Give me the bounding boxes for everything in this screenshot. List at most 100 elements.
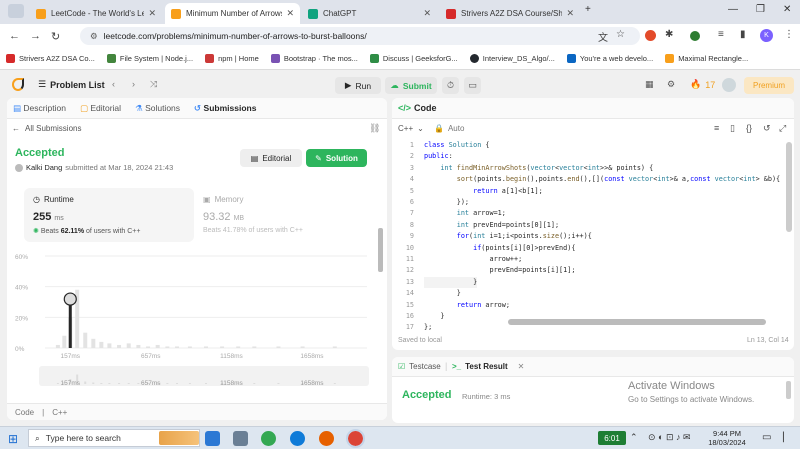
- browser-tab-strivers[interactable]: Strivers A2Z DSA Course/Sheet ✕: [440, 3, 580, 24]
- chrome-active-icon[interactable]: [346, 429, 365, 448]
- close-icon[interactable]: ✕: [423, 8, 431, 19]
- show-desktop-icon[interactable]: ▏: [783, 432, 790, 443]
- chrome-icon[interactable]: [261, 431, 276, 446]
- tab-testcase[interactable]: ☑ Testcase: [398, 362, 441, 371]
- extension-puzzle-icon[interactable]: ✱: [665, 29, 673, 40]
- format-icon[interactable]: ≡: [714, 123, 719, 133]
- bookmark-item[interactable]: Bootstrap · The mos...: [270, 54, 358, 63]
- panel-scrollbar[interactable]: [378, 228, 383, 272]
- bookmark-icon[interactable]: ▯: [730, 123, 735, 134]
- solution-button[interactable]: ✎ Solution: [306, 149, 367, 167]
- taskbar-search-box[interactable]: ⌕ Type here to search: [28, 429, 200, 447]
- code-line[interactable]: for(int i=1;i<points.size();i++){: [424, 231, 592, 242]
- windows-start-icon[interactable]: ⊞: [8, 432, 18, 446]
- problem-list-link[interactable]: ☰ Problem List: [38, 79, 105, 90]
- menu-kebab-icon[interactable]: ⋮: [784, 29, 794, 40]
- edge-icon[interactable]: [290, 431, 305, 446]
- clock-badge[interactable]: 6:01: [598, 431, 626, 445]
- window-close-icon[interactable]: ✕: [783, 4, 791, 15]
- autocomplete-mode[interactable]: 🔒 Auto: [434, 124, 464, 133]
- leetcode-logo-icon[interactable]: [12, 78, 24, 91]
- back-icon[interactable]: ←: [9, 30, 20, 42]
- run-button[interactable]: ▶ Run: [335, 77, 381, 94]
- vertical-scrollbar[interactable]: [786, 142, 792, 232]
- share-link-icon[interactable]: ⛓: [369, 123, 380, 134]
- next-problem-icon[interactable]: ›: [132, 79, 135, 89]
- firefox-icon[interactable]: [319, 431, 334, 446]
- code-line[interactable]: }: [424, 276, 478, 289]
- streak-counter[interactable]: 🔥 17: [690, 79, 715, 90]
- close-icon[interactable]: ✕: [566, 8, 574, 19]
- tab-test-result[interactable]: >_ Test Result ✕: [452, 362, 524, 371]
- tab-search-icon[interactable]: [8, 4, 24, 18]
- test-scrollbar[interactable]: [786, 381, 791, 399]
- runtime-card[interactable]: ◷ Runtime 255 ms ✺ Beats 62.11% of users…: [24, 188, 194, 242]
- language-select[interactable]: C++ ⌄: [398, 124, 424, 133]
- code-line[interactable]: class Solution {: [424, 140, 490, 151]
- code-line[interactable]: public:: [424, 151, 453, 162]
- tab-editorial[interactable]: ▢ Editorial: [80, 103, 121, 114]
- bookmark-item[interactable]: You're a web develo...: [566, 54, 653, 63]
- timer-icon[interactable]: ⏱: [442, 77, 459, 94]
- system-clock[interactable]: 9:44 PM 18/03/2024: [708, 429, 746, 447]
- premium-button[interactable]: Premium: [744, 77, 794, 94]
- shuffle-icon[interactable]: ⤨: [150, 79, 157, 90]
- extension-icon[interactable]: [645, 30, 656, 41]
- url-field[interactable]: ⚙ leetcode.com/problems/minimum-number-o…: [80, 27, 640, 45]
- braces-icon[interactable]: {}: [746, 123, 752, 133]
- code-line[interactable]: int prevEnd=points[0][1];: [424, 220, 559, 231]
- browser-tab-leetcode[interactable]: LeetCode - The World's Leading ✕: [30, 3, 162, 24]
- code-line[interactable]: prevEnd=points[i][1];: [424, 265, 575, 276]
- code-line[interactable]: return a[1]<b[1];: [424, 186, 543, 197]
- bookmark-item[interactable]: npm | Home: [205, 54, 259, 63]
- code-line[interactable]: arrow++;: [424, 254, 522, 265]
- bookmark-item[interactable]: Strivers A2Z DSA Co...: [6, 54, 95, 63]
- fullscreen-icon[interactable]: ⤢: [779, 123, 786, 134]
- tab-description[interactable]: ▤ Description: [13, 103, 66, 114]
- bookmark-star-icon[interactable]: ☆: [616, 29, 625, 40]
- submit-button[interactable]: ☁ Submit: [385, 77, 437, 94]
- code-line[interactable]: }: [424, 311, 444, 322]
- notifications-icon[interactable]: ▭: [762, 432, 771, 443]
- side-panel-icon[interactable]: ▮: [740, 29, 746, 40]
- reload-icon[interactable]: ↻: [51, 30, 60, 43]
- code-line[interactable]: }: [424, 288, 461, 299]
- browser-tab-chatgpt[interactable]: ChatGPT ✕: [302, 3, 437, 24]
- prev-problem-icon[interactable]: ‹: [112, 79, 115, 89]
- minimize-icon[interactable]: —: [728, 4, 738, 15]
- reset-icon[interactable]: ↺: [763, 123, 771, 134]
- tab-submissions[interactable]: ↺ Submissions: [194, 103, 256, 114]
- notes-icon[interactable]: ▭: [464, 77, 481, 94]
- code-line[interactable]: return arrow;: [424, 300, 510, 311]
- bookmark-item[interactable]: File System | Node.j...: [106, 54, 193, 63]
- camera-app-icon[interactable]: [233, 431, 248, 446]
- code-line[interactable]: sort(points.begin(),points.end(),[](cons…: [424, 174, 780, 185]
- settings-gear-icon[interactable]: ⚙: [667, 79, 675, 90]
- code-line[interactable]: int arrow=1;: [424, 208, 506, 219]
- memory-card[interactable]: ▣ Memory 93.32 MB Beats 41.78% of users …: [203, 188, 363, 242]
- horizontal-scrollbar[interactable]: [508, 319, 766, 325]
- browser-tab-problem[interactable]: Minimum Number of Arrows to ✕: [165, 3, 300, 24]
- close-icon[interactable]: ✕: [148, 8, 156, 19]
- new-tab-icon[interactable]: +: [585, 4, 591, 15]
- code-area[interactable]: 1 class Solution {2 public: 3 int findMinAr…: [392, 140, 794, 331]
- layout-icon[interactable]: ▦: [645, 79, 654, 90]
- site-info-icon[interactable]: ⚙: [90, 31, 98, 42]
- profile-avatar[interactable]: K: [760, 29, 773, 42]
- tray-chevron-icon[interactable]: ⌃: [630, 432, 638, 443]
- bookmark-item[interactable]: Maximal Rectangle...: [665, 54, 748, 63]
- tray-icons[interactable]: ⊙ ◐ ⊡ ♪ ✉: [648, 432, 691, 443]
- bookmark-item[interactable]: Interview_DS_Algo/...: [469, 54, 555, 63]
- code-line[interactable]: };: [424, 322, 432, 333]
- extension-green-icon[interactable]: [690, 31, 700, 41]
- close-icon[interactable]: ✕: [518, 362, 525, 371]
- translate-icon[interactable]: 文: [598, 29, 608, 44]
- bookmark-item[interactable]: Discuss | GeeksforG...: [369, 54, 458, 63]
- all-submissions-link[interactable]: ← All Submissions: [12, 124, 81, 133]
- task-view-icon[interactable]: [205, 431, 220, 446]
- user-avatar[interactable]: [722, 78, 736, 92]
- forward-icon[interactable]: →: [30, 30, 41, 42]
- tab-solutions[interactable]: ⚗ Solutions: [135, 103, 180, 114]
- restore-icon[interactable]: ❐: [756, 4, 765, 15]
- close-icon[interactable]: ✕: [286, 8, 294, 19]
